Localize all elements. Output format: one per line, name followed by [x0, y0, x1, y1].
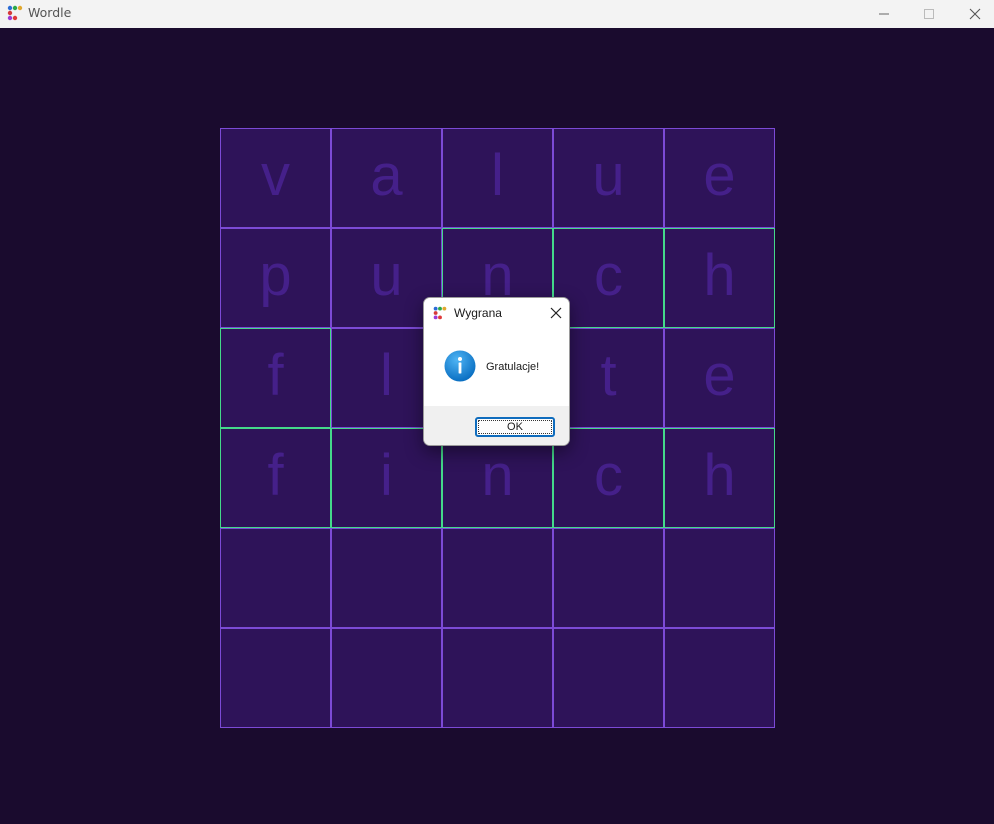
- board-tile: [331, 628, 442, 728]
- dialog-close-button[interactable]: [544, 302, 568, 324]
- dialog-title: Wygrana: [454, 306, 502, 320]
- board-tile: h: [664, 428, 775, 528]
- tile-letter: a: [370, 143, 403, 208]
- tile-letter: e: [703, 343, 736, 408]
- board-tile: v: [220, 128, 331, 228]
- ok-button[interactable]: OK: [475, 417, 555, 437]
- dialog-titlebar: Wygrana: [424, 298, 569, 328]
- tile-letter: i: [380, 443, 393, 508]
- board-tile: [664, 628, 775, 728]
- board-tile: f: [220, 428, 331, 528]
- window-titlebar: Wordle: [0, 0, 994, 28]
- tile-letter: c: [594, 243, 623, 308]
- board-tile: a: [331, 128, 442, 228]
- board-tile: h: [664, 228, 775, 328]
- board-tile: e: [664, 328, 775, 428]
- board-tile: [331, 528, 442, 628]
- win-dialog: Wygrana Gratulacje! OK: [423, 297, 570, 446]
- board-tile: [220, 528, 331, 628]
- board-tile: [220, 628, 331, 728]
- tile-letter: f: [267, 443, 284, 508]
- board-tile: f: [220, 328, 331, 428]
- board-tile: p: [220, 228, 331, 328]
- board-tile: [442, 628, 553, 728]
- tile-letter: t: [600, 343, 617, 408]
- tile-letter: u: [370, 243, 403, 308]
- dialog-message: Gratulacje!: [486, 361, 540, 373]
- board-tile: [442, 528, 553, 628]
- wordle-app-icon: [7, 5, 23, 21]
- board-tile: [553, 628, 664, 728]
- tile-letter: h: [703, 443, 736, 508]
- tile-letter: l: [491, 143, 504, 208]
- board-tile: c: [553, 428, 664, 528]
- tile-letter: v: [261, 143, 290, 208]
- close-icon: [969, 8, 981, 20]
- close-button[interactable]: [952, 0, 994, 28]
- tile-letter: n: [481, 443, 514, 508]
- maximize-icon: [924, 9, 934, 19]
- board-tile: e: [664, 128, 775, 228]
- minimize-button[interactable]: [861, 0, 907, 28]
- tile-letter: p: [259, 243, 292, 308]
- board-tile: [664, 528, 775, 628]
- info-icon: [444, 350, 476, 382]
- tile-letter: f: [267, 343, 284, 408]
- window-title: Wordle: [28, 5, 72, 20]
- tile-letter: e: [703, 143, 736, 208]
- maximize-button[interactable]: [906, 0, 952, 28]
- dialog-footer: OK: [424, 406, 569, 445]
- board-tile: l: [442, 128, 553, 228]
- dialog-body: Gratulacje!: [424, 328, 569, 406]
- board-tile: u: [553, 128, 664, 228]
- tile-letter: l: [380, 343, 393, 408]
- tile-letter: c: [594, 443, 623, 508]
- minimize-icon: [879, 13, 889, 15]
- tile-letter: u: [592, 143, 625, 208]
- tile-letter: h: [703, 243, 736, 308]
- ok-button-label: OK: [507, 421, 523, 433]
- board-tile: [553, 528, 664, 628]
- close-icon: [550, 307, 562, 319]
- wordle-app-icon: [433, 306, 447, 320]
